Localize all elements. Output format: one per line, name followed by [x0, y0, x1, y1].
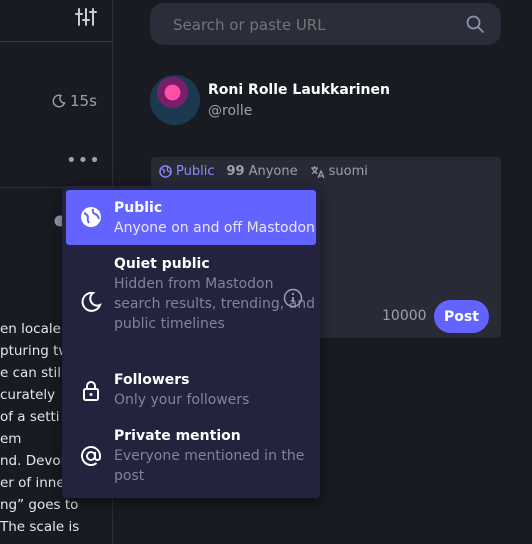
visibility-option-private-mention[interactable]: Private mention Everyone mentioned in th… — [66, 426, 316, 492]
more-options-button[interactable]: ••• — [66, 150, 101, 171]
globe-icon — [159, 165, 172, 178]
avatar[interactable] — [150, 75, 200, 125]
visibility-option-quiet-public[interactable]: Quiet public Hidden from Mastodon search… — [66, 254, 316, 354]
character-counter: 10000 — [382, 308, 427, 324]
language-label: suomi — [328, 164, 368, 179]
compose-options-bar: Public 99 Anyone suomi — [159, 164, 368, 179]
search-bar — [150, 3, 501, 47]
moon-icon — [52, 94, 66, 108]
post-timestamp[interactable]: 15s — [52, 92, 97, 110]
option-title: Private mention — [114, 428, 241, 444]
at-sign-icon — [80, 445, 102, 467]
display-name[interactable]: Roni Rolle Laukkarinen — [208, 82, 390, 98]
language-button[interactable]: suomi — [310, 164, 368, 179]
option-title: Followers — [114, 372, 190, 388]
option-description: Anyone on and off Mastodon — [114, 220, 315, 236]
option-title: Quiet public — [114, 256, 210, 272]
visibility-label: Public — [176, 164, 215, 179]
translate-icon — [310, 165, 325, 178]
moon-icon — [80, 291, 102, 313]
visibility-dropdown: Public Anyone on and off Mastodon Quiet … — [62, 186, 320, 498]
lock-icon — [80, 380, 102, 402]
time-label: 15s — [70, 92, 97, 110]
post-button[interactable]: Post — [434, 300, 489, 333]
quote-policy-label: Anyone — [248, 164, 298, 179]
info-icon[interactable] — [283, 288, 303, 308]
visibility-option-followers[interactable]: Followers Only your followers — [66, 370, 316, 416]
search-input[interactable] — [171, 3, 455, 47]
search-icon[interactable] — [465, 14, 485, 34]
globe-icon — [80, 206, 102, 228]
quote-policy-button[interactable]: 99 Anyone — [226, 164, 297, 179]
post-line: The scale is — [0, 519, 80, 535]
option-description: Everyone mentioned in the post — [114, 448, 305, 484]
filter-settings-icon[interactable] — [74, 6, 100, 28]
divider — [0, 41, 112, 42]
username: @rolle — [208, 103, 253, 119]
visibility-button[interactable]: Public — [159, 164, 214, 179]
visibility-option-public[interactable]: Public Anyone on and off Mastodon — [66, 190, 316, 245]
option-description: Only your followers — [114, 392, 250, 408]
option-title: Public — [114, 200, 163, 216]
quote-icon: 99 — [226, 164, 245, 179]
